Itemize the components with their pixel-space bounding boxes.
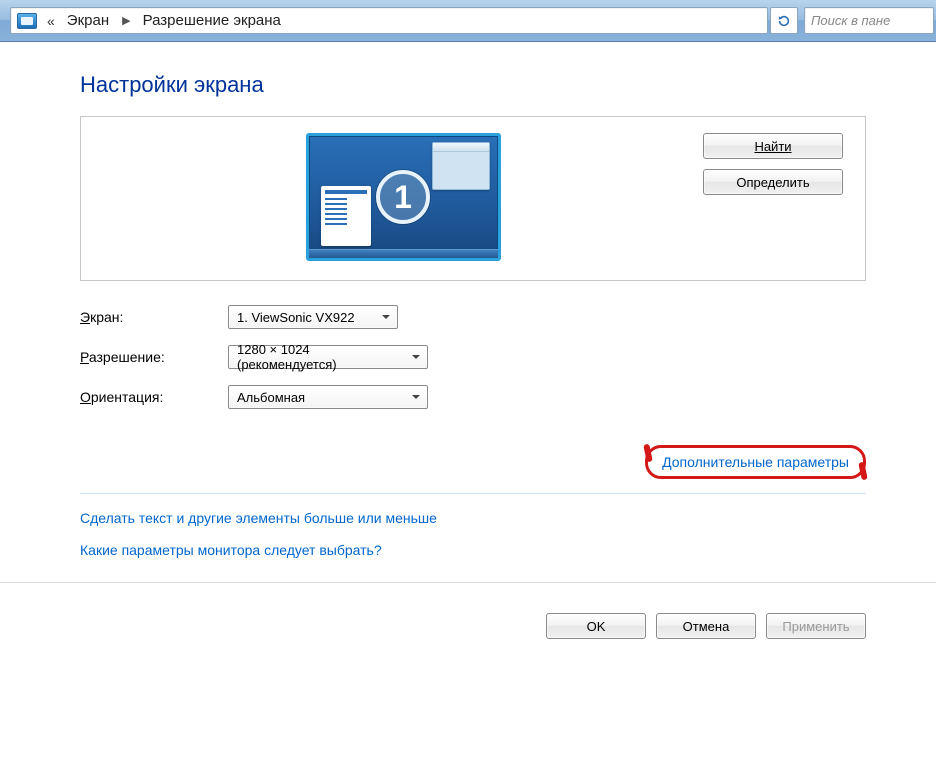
monitor-thumbnail[interactable]: 1 (306, 133, 501, 261)
refresh-icon (777, 14, 791, 28)
monitor-number-badge: 1 (376, 170, 430, 224)
orientation-combobox[interactable]: Альбомная (228, 385, 428, 409)
back-chevrons[interactable]: « (43, 13, 59, 29)
ok-button[interactable]: OK (546, 613, 646, 639)
breadcrumb-sep-icon: ▶ (118, 14, 134, 27)
detect-button[interactable]: Определить (703, 169, 843, 195)
apply-button[interactable]: Применить (766, 613, 866, 639)
advanced-settings-link[interactable]: Дополнительные параметры (654, 450, 857, 474)
separator (80, 493, 866, 494)
address-bar: « Экран ▶ Разрешение экрана Поиск в пане (0, 0, 936, 42)
resolution-label: Разрешение: (80, 349, 228, 365)
preview-document-icon (321, 186, 371, 246)
screen-label: Экран: (80, 309, 228, 325)
breadcrumb-bar[interactable]: « Экран ▶ Разрешение экрана (10, 7, 768, 34)
text-size-link[interactable]: Сделать текст и другие элементы больше и… (80, 510, 866, 526)
highlight-annotation: Дополнительные параметры (645, 445, 866, 479)
breadcrumb-resolution[interactable]: Разрешение экрана (135, 8, 290, 33)
monitor-preview-panel: 1 Найти Определить (80, 116, 866, 281)
refresh-button[interactable] (770, 7, 798, 34)
dialog-buttons: OK Отмена Применить (80, 613, 866, 639)
control-panel-icon (17, 13, 37, 29)
orientation-label: Ориентация: (80, 389, 228, 405)
which-settings-link[interactable]: Какие параметры монитора следует выбрать… (80, 542, 866, 558)
find-button[interactable]: Найти (703, 133, 843, 159)
preview-window-icon (432, 142, 490, 190)
page-title: Настройки экрана (80, 72, 866, 98)
cancel-button[interactable]: Отмена (656, 613, 756, 639)
preview-taskbar-icon (309, 249, 498, 258)
footer-separator (0, 582, 936, 583)
breadcrumb-screen[interactable]: Экран (59, 8, 118, 33)
screen-combobox[interactable]: 1. ViewSonic VX922 (228, 305, 398, 329)
resolution-combobox[interactable]: 1280 × 1024 (рекомендуется) (228, 345, 428, 369)
search-input[interactable]: Поиск в пане (804, 7, 934, 34)
